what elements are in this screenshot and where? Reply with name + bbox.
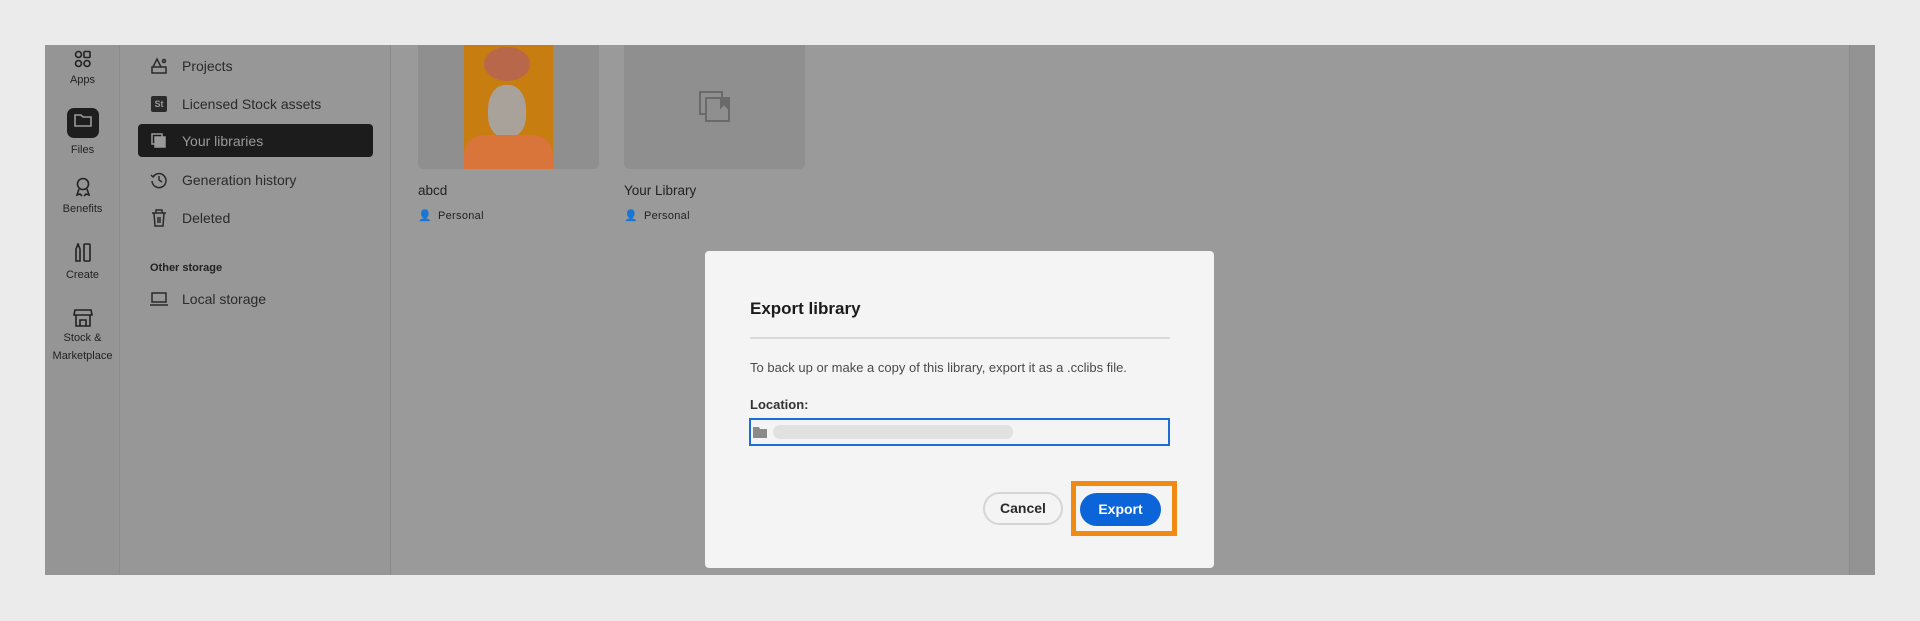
sidebar-item-deleted[interactable]: Deleted [138,201,373,234]
stock-badge: St [151,95,167,112]
create-icon [74,243,91,262]
export-library-dialog: Export library To back up or make a copy… [705,251,1214,568]
rail-item-create[interactable]: Create [45,243,120,281]
trash-icon [150,208,168,227]
award-icon [75,177,90,197]
library-owner: Personal [438,209,484,222]
folder-icon [66,108,99,138]
library-card-abcd[interactable]: abcd 👤 Personal [418,45,599,222]
library-icon [150,132,168,150]
rail-label: Apps [69,74,96,86]
sidebar-item-label: Generation history [182,171,297,188]
statue-image [464,45,553,169]
stock-icon: St [150,95,168,113]
sidebar-item-projects[interactable]: Projects [138,49,373,82]
rail-label: Benefits [62,203,103,215]
sidebar-item-label: Local storage [182,290,267,307]
sidebar-item-licensed-stock[interactable]: St Licensed Stock assets [138,87,373,120]
library-icon [698,91,730,122]
sidebar-item-local-storage[interactable]: Local storage [138,282,373,315]
library-title: abcd [418,183,448,198]
library-card-your-library[interactable]: Your Library 👤 Personal [624,45,805,222]
sidebar-item-label: Deleted [182,209,231,226]
sidebar-item-label: Licensed Stock assets [182,95,322,112]
location-input[interactable] [749,418,1170,446]
folder-icon [753,427,767,438]
rail-item-stock[interactable]: Stock & Marketplace [45,309,120,365]
store-icon [72,309,93,327]
rail-label: Marketplace [52,350,113,362]
scrollbar[interactable] [1849,45,1875,575]
location-path-redacted [773,425,1013,439]
other-storage-heading: Other storage [150,262,223,274]
library-thumbnail [624,45,805,169]
history-icon [150,171,168,189]
app-rail: Apps Files Benefits Create Stock & Marke… [45,45,120,575]
dialog-description: To back up or make a copy of this librar… [750,360,1127,375]
apps-icon [74,50,91,68]
rail-item-files[interactable]: Files [45,108,120,156]
rail-label: Files [70,144,95,156]
library-owner: Personal [644,209,690,222]
user-icon: 👤 [624,210,638,222]
sidebar-item-your-libraries[interactable]: Your libraries [138,124,373,157]
files-sidebar: Projects St Licensed Stock assets Your l… [120,45,391,575]
location-label: Location: [750,397,809,412]
sidebar-item-label: Projects [182,57,233,74]
rail-item-benefits[interactable]: Benefits [45,177,120,215]
rail-item-apps[interactable]: Apps [45,50,120,86]
laptop-icon [150,290,168,308]
user-icon: 👤 [418,210,432,222]
cancel-button[interactable]: Cancel [983,492,1063,525]
rail-label: Create [65,269,100,281]
rail-label: Stock & [63,332,102,344]
dialog-title: Export library [750,299,861,318]
dialog-divider [750,337,1170,339]
export-button[interactable]: Export [1080,493,1161,526]
sidebar-item-generation-history[interactable]: Generation history [138,163,373,196]
library-thumbnail [418,45,599,169]
library-title: Your Library [624,183,697,198]
projects-icon [150,56,168,75]
sidebar-item-label: Your libraries [182,132,264,149]
